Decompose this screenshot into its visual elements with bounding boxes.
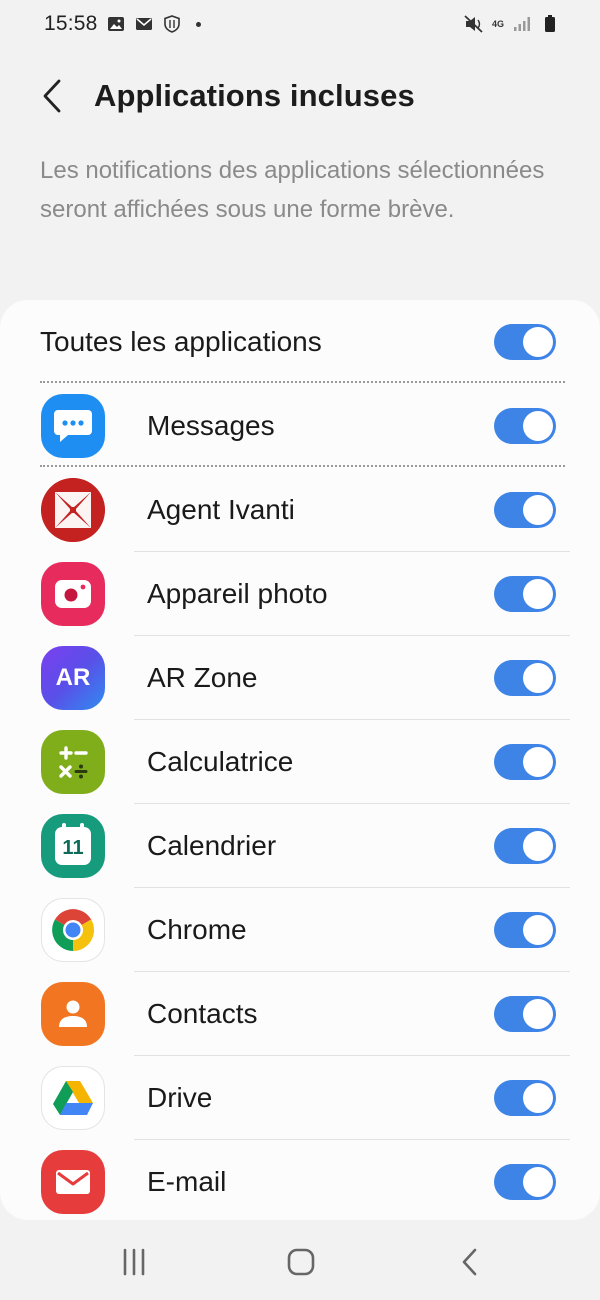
drive-icon xyxy=(41,1066,105,1130)
app-toggle[interactable] xyxy=(494,576,556,612)
app-toggle[interactable] xyxy=(494,1080,556,1116)
calendar-ring xyxy=(62,823,66,831)
calendar-icon-text: 11 xyxy=(62,836,84,859)
app-row-drive[interactable]: Drive xyxy=(0,1056,600,1140)
app-row-appareil-photo[interactable]: Appareil photo xyxy=(0,552,600,636)
app-row-agent-ivanti[interactable]: Agent Ivanti xyxy=(0,468,600,552)
page-title: Applications incluses xyxy=(94,78,415,113)
toggle-knob xyxy=(523,747,553,777)
app-toggle[interactable] xyxy=(494,744,556,780)
app-toggle[interactable] xyxy=(494,660,556,696)
app-row-e-mail[interactable]: E-mail xyxy=(0,1140,600,1220)
status-bar: 15:58 4G xyxy=(0,0,600,48)
network-label: 4G xyxy=(491,18,504,29)
contacts-icon xyxy=(41,982,105,1046)
app-toggle[interactable] xyxy=(494,1164,556,1200)
header: Applications incluses xyxy=(0,60,600,132)
toggle-knob xyxy=(523,1167,553,1197)
back-icon xyxy=(462,1248,477,1276)
app-label: Calculatrice xyxy=(147,746,294,777)
status-left: 15:58 xyxy=(44,12,201,36)
dotted-divider xyxy=(40,381,565,383)
signal-icon xyxy=(512,14,532,34)
apps-list-card: Toutes les applications Messages Agent I… xyxy=(0,300,600,1220)
messages-icon xyxy=(41,394,105,458)
calendar-icon: 11 xyxy=(41,814,105,878)
dot-icon xyxy=(195,21,201,27)
ivanti-icon xyxy=(41,478,105,542)
dotted-divider xyxy=(40,465,565,467)
toggle-knob xyxy=(523,663,553,693)
recents-button[interactable] xyxy=(109,1237,159,1287)
toggle-knob xyxy=(523,999,553,1029)
app-row-contacts[interactable]: Contacts xyxy=(0,972,600,1056)
all-apps-row[interactable]: Toutes les applications xyxy=(0,300,600,384)
app-label: Messages xyxy=(147,410,275,441)
home-icon xyxy=(287,1248,315,1276)
camera-icon xyxy=(41,562,105,626)
app-label: Drive xyxy=(147,1082,213,1113)
toggle-knob xyxy=(523,831,553,861)
status-time: 15:58 xyxy=(44,12,98,35)
toggle-knob xyxy=(523,495,553,525)
app-toggle[interactable] xyxy=(494,492,556,528)
app-row-ar-zone[interactable]: AR AR Zone xyxy=(0,636,600,720)
toggle-knob xyxy=(523,1083,553,1113)
home-button[interactable] xyxy=(276,1237,326,1287)
calculator-icon xyxy=(41,730,105,794)
app-row-messages[interactable]: Messages xyxy=(0,384,600,468)
app-label: Agent Ivanti xyxy=(147,494,295,525)
chevron-left-icon xyxy=(43,79,61,113)
battery-icon xyxy=(540,14,560,34)
calendar-page: 11 xyxy=(55,823,91,865)
toggle-knob xyxy=(523,411,553,441)
ar-zone-icon: AR xyxy=(41,646,105,710)
description-text: Les notifications des applications sélec… xyxy=(40,157,545,223)
app-label: AR Zone xyxy=(147,662,258,693)
app-toggle[interactable] xyxy=(494,912,556,948)
app-row-calendrier[interactable]: 11 Calendrier xyxy=(0,804,600,888)
status-right: 4G xyxy=(464,14,560,34)
app-label: Contacts xyxy=(147,998,258,1029)
app-toggle[interactable] xyxy=(494,828,556,864)
app-toggle[interactable] xyxy=(494,408,556,444)
app-toggle[interactable] xyxy=(494,996,556,1032)
back-button[interactable] xyxy=(32,76,72,116)
all-apps-label: Toutes les applications xyxy=(40,326,322,357)
app-row-calculatrice[interactable]: Calculatrice xyxy=(0,720,600,804)
ar-zone-icon-text: AR xyxy=(55,664,91,691)
app-row-chrome[interactable]: Chrome xyxy=(0,888,600,972)
app-label: Calendrier xyxy=(147,830,277,861)
app-label: E-mail xyxy=(147,1166,227,1197)
chrome-icon xyxy=(41,898,105,962)
shield-icon xyxy=(162,14,182,34)
back-nav-button[interactable] xyxy=(445,1237,495,1287)
recents-icon xyxy=(123,1248,145,1276)
app-label: Appareil photo xyxy=(147,578,328,609)
mail-icon xyxy=(134,14,154,34)
toggle-knob xyxy=(523,579,553,609)
app-label: Chrome xyxy=(147,914,247,945)
mute-icon xyxy=(464,14,484,34)
toggle-knob xyxy=(523,915,553,945)
email-icon xyxy=(41,1150,105,1214)
gallery-icon xyxy=(106,14,126,34)
navigation-bar xyxy=(0,1225,600,1300)
all-apps-toggle[interactable] xyxy=(494,324,556,360)
calendar-ring xyxy=(80,823,84,831)
toggle-knob xyxy=(523,327,553,357)
